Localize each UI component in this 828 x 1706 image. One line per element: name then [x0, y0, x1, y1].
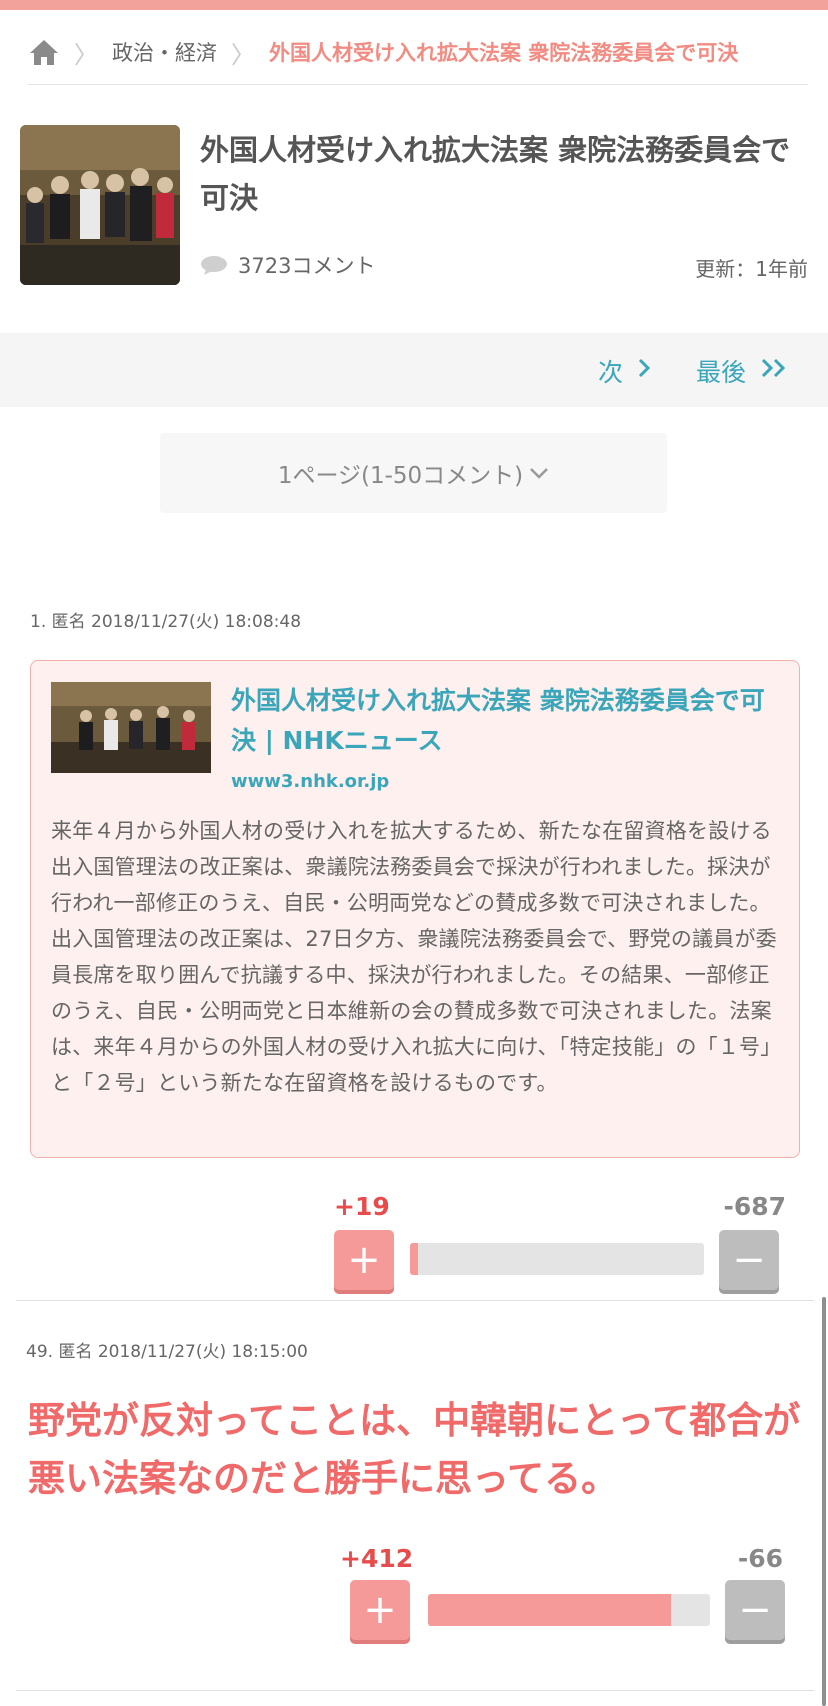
minus-button[interactable]: −: [725, 1580, 785, 1640]
page-select[interactable]: 1ページ(1-50コメント): [160, 433, 667, 513]
link-preview-body: 来年４月から外国人材の受け入れを拡大するため、新たな在留資格を設ける出入国管理法…: [51, 819, 782, 1095]
link-preview-card[interactable]: 外国人材受け入れ拡大法案 衆院法務委員会で可決 | NHKニュース www3.n…: [30, 660, 800, 1158]
home-icon[interactable]: [28, 36, 60, 68]
breadcrumb-current: 外国人材受け入れ拡大法案 衆院法務委員会で可決: [269, 41, 739, 65]
chevron-right-icon: [637, 356, 651, 386]
breadcrumb: 〉 政治・経済 〉 外国人材受け入れ拡大法案 衆院法務委員会で可決: [28, 32, 808, 72]
plus-count: +19: [334, 1192, 390, 1221]
vote-ratio-fill: [428, 1594, 672, 1626]
minus-button[interactable]: −: [719, 1230, 779, 1290]
comment-divider: [16, 1690, 814, 1691]
plus-icon: +: [347, 1237, 381, 1283]
comment-count-text: 3723コメント: [238, 254, 376, 278]
minus-count: -687: [723, 1192, 786, 1221]
next-label: 次: [598, 358, 624, 387]
vote-ratio-bar: [428, 1594, 710, 1626]
article-thumbnail[interactable]: [20, 125, 180, 285]
last-label: 最後: [696, 358, 747, 387]
plus-button[interactable]: +: [350, 1580, 410, 1640]
top-accent-bar: [0, 0, 828, 10]
comment-text: 野党が反対ってことは、中韓朝にとって都合が悪い法案なのだと勝手に思ってる。: [28, 1399, 801, 1500]
minus-icon: −: [732, 1237, 766, 1283]
link-preview-domain: www3.nhk.or.jp: [231, 771, 390, 792]
vote-ratio-bar: [410, 1243, 704, 1275]
minus-icon: −: [738, 1587, 772, 1633]
breadcrumb-separator-icon: 〉: [74, 40, 98, 69]
breadcrumb-category[interactable]: 政治・経済: [112, 37, 217, 67]
comment-count[interactable]: 3723コメント: [200, 250, 375, 280]
double-chevron-right-icon: [760, 356, 790, 386]
breadcrumb-separator-icon: 〉: [231, 40, 255, 69]
comment-meta: 49. 匿名 2018/11/27(火) 18:15:00: [26, 1342, 308, 1362]
divider: [28, 84, 808, 85]
last-page-link[interactable]: 最後: [696, 353, 790, 389]
plus-icon: +: [363, 1587, 397, 1633]
comment-divider: [16, 1300, 814, 1301]
scrollbar-thumb[interactable]: [822, 1297, 826, 1706]
minus-count: -66: [737, 1544, 783, 1573]
link-preview-thumbnail[interactable]: [51, 682, 211, 773]
updated-time: 更新：1年前: [695, 257, 808, 281]
plus-count: +412: [340, 1544, 414, 1573]
comment-meta: 1. 匿名 2018/11/27(火) 18:08:48: [30, 612, 302, 632]
chevron-down-icon: [529, 460, 549, 486]
pager-bar: 次 最後: [0, 333, 828, 407]
vote-ratio-fill: [410, 1243, 418, 1275]
article-title[interactable]: 外国人材受け入れ拡大法案 衆院法務委員会で可決: [200, 126, 810, 222]
link-preview-title[interactable]: 外国人材受け入れ拡大法案 衆院法務委員会で可決 | NHKニュース: [231, 681, 781, 761]
next-page-link[interactable]: 次: [598, 353, 651, 389]
page-select-label: 1ページ(1-50コメント): [277, 463, 524, 489]
speech-bubble-icon: [200, 255, 228, 275]
plus-button[interactable]: +: [334, 1230, 394, 1290]
